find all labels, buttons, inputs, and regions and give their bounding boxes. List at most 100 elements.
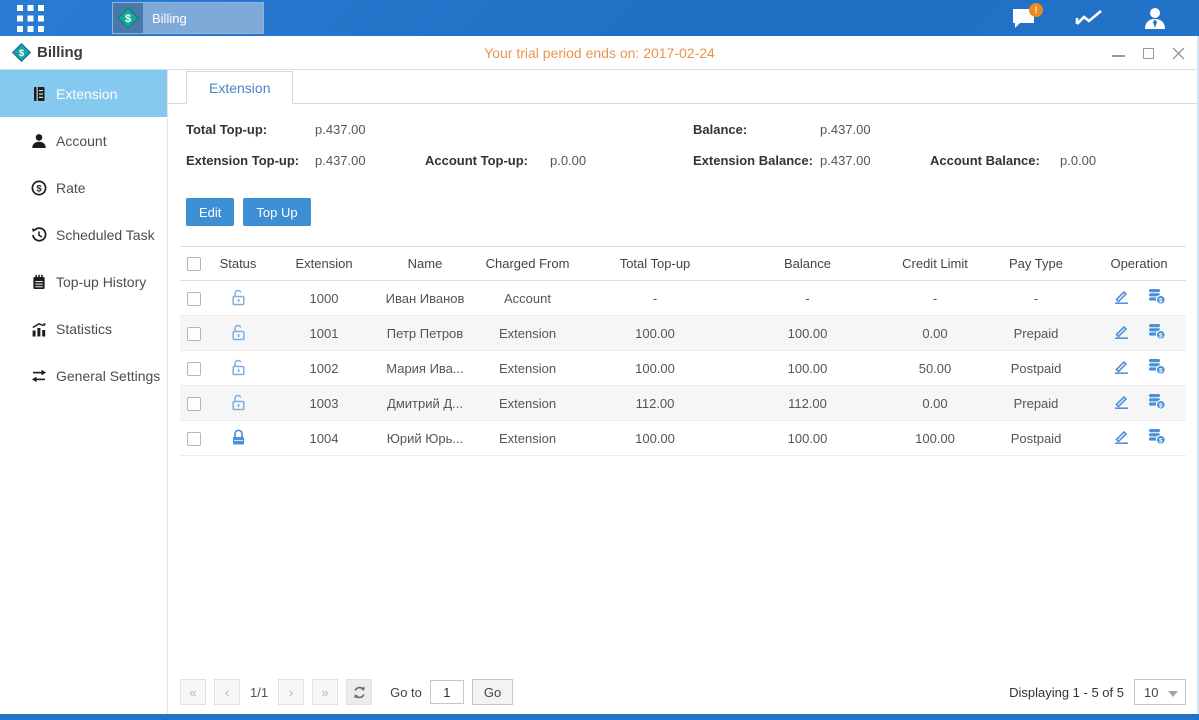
column-charged-from: Charged From — [470, 247, 585, 281]
row-checkbox[interactable] — [187, 397, 201, 411]
extension-topup-value: p.437.00 — [315, 153, 366, 168]
goto-label: Go to — [390, 685, 422, 700]
balance-summary: Total Top-up: p.437.00 Balance: p.437.00… — [186, 118, 1186, 184]
total-topup-value: p.437.00 — [315, 122, 366, 137]
window-titlebar: $ Billing Your trial period ends on: 201… — [0, 36, 1199, 70]
top-up-button[interactable]: Top Up — [243, 198, 310, 226]
cell-balance: 100.00 — [725, 351, 890, 386]
close-button[interactable] — [1171, 46, 1185, 60]
user-account-button[interactable] — [1141, 5, 1169, 31]
pencil-icon — [1113, 323, 1130, 340]
window-controls — [1111, 36, 1185, 70]
chevron-down-icon — [1168, 691, 1178, 697]
pencil-icon — [1113, 393, 1130, 410]
row-edit-button[interactable] — [1113, 428, 1130, 445]
coins-dollar-icon: $ — [1148, 393, 1166, 410]
transfer-arrows-icon — [30, 368, 48, 384]
prev-page-button[interactable]: ‹ — [214, 679, 240, 705]
notifications-chat-button[interactable]: ! — [1009, 5, 1037, 31]
refresh-button[interactable] — [346, 679, 372, 705]
trial-notice: Your trial period ends on: 2017-02-24 — [0, 45, 1199, 61]
table-row: 1000 Иван Иванов Account - - - - $ — [180, 281, 1186, 316]
svg-text:$: $ — [1158, 297, 1162, 304]
column-balance: Balance — [725, 247, 890, 281]
column-name: Name — [380, 247, 470, 281]
pagination-bar: « ‹ 1/1 › » Go to Go Displaying — [180, 678, 1186, 706]
statistics-monitor-button[interactable] — [1075, 5, 1103, 31]
edit-button[interactable]: Edit — [186, 198, 234, 226]
row-edit-button[interactable] — [1113, 288, 1130, 305]
sidebar-item-topup-history[interactable]: Top-up History — [0, 258, 167, 305]
sidebar-item-extension[interactable]: Extension — [0, 70, 167, 117]
cell-total-topup: - — [585, 281, 725, 316]
row-topup-button[interactable]: $ — [1148, 428, 1166, 445]
sidebar-item-label: Statistics — [56, 321, 112, 337]
taskbar-item-billing[interactable]: $ Billing — [112, 2, 264, 34]
apps-grid-button[interactable] — [0, 0, 60, 36]
displaying-text: Displaying 1 - 5 of 5 — [1009, 685, 1124, 700]
row-edit-button[interactable] — [1113, 393, 1130, 410]
line-chart-icon — [1075, 8, 1103, 28]
cell-credit-limit: - — [890, 281, 980, 316]
row-topup-button[interactable]: $ — [1148, 288, 1166, 305]
cell-total-topup: 100.00 — [585, 316, 725, 351]
cell-total-topup: 100.00 — [585, 421, 725, 456]
total-topup-label: Total Top-up: — [186, 122, 267, 137]
cell-balance: - — [725, 281, 890, 316]
account-topup-label: Account Top-up: — [425, 153, 528, 168]
cell-credit-limit: 0.00 — [890, 386, 980, 421]
action-buttons: Edit Top Up — [186, 198, 1199, 226]
lock-open-icon — [230, 323, 247, 341]
account-topup-value: p.0.00 — [550, 153, 586, 168]
next-page-icon: › — [289, 685, 293, 700]
page-size-select[interactable]: 10 — [1134, 679, 1186, 705]
row-topup-button[interactable]: $ — [1148, 323, 1166, 340]
svg-text:$: $ — [19, 48, 25, 59]
cell-pay-type: - — [980, 281, 1092, 316]
svg-text:$: $ — [1158, 332, 1162, 339]
tab-extension[interactable]: Extension — [186, 71, 293, 104]
row-checkbox[interactable] — [187, 327, 201, 341]
prev-page-icon: ‹ — [225, 685, 229, 700]
coins-dollar-icon: $ — [1148, 358, 1166, 375]
row-checkbox[interactable] — [187, 432, 201, 446]
sidebar-item-rate[interactable]: $ Rate — [0, 164, 167, 211]
cell-name: Мария Ива... — [380, 351, 470, 386]
row-checkbox[interactable] — [187, 362, 201, 376]
last-page-icon: » — [321, 685, 328, 700]
last-page-button[interactable]: » — [312, 679, 338, 705]
sidebar-item-general-settings[interactable]: General Settings — [0, 352, 167, 399]
dollar-circle-icon: $ — [30, 180, 48, 196]
cell-balance: 112.00 — [725, 386, 890, 421]
cell-balance: 100.00 — [725, 316, 890, 351]
go-button[interactable]: Go — [472, 679, 513, 705]
row-topup-button[interactable]: $ — [1148, 393, 1166, 410]
pencil-icon — [1113, 288, 1130, 305]
row-topup-button[interactable]: $ — [1148, 358, 1166, 375]
balance-label: Balance: — [693, 122, 747, 137]
billing-diamond-icon: $ — [12, 43, 31, 62]
row-checkbox[interactable] — [187, 292, 201, 306]
row-edit-button[interactable] — [1113, 323, 1130, 340]
account-balance-label: Account Balance: — [930, 153, 1040, 168]
window-title: Billing — [37, 44, 83, 61]
sidebar-item-label: Account — [56, 133, 107, 149]
first-page-button[interactable]: « — [180, 679, 206, 705]
table-row: 1001 Петр Петров Extension 100.00 100.00… — [180, 316, 1186, 351]
sidebar-item-statistics[interactable]: Statistics — [0, 305, 167, 352]
desktop-bottom-edge — [0, 714, 1199, 720]
minimize-button[interactable] — [1111, 46, 1125, 60]
sidebar-item-label: General Settings — [56, 368, 160, 384]
pencil-icon — [1113, 428, 1130, 445]
extension-topup-label: Extension Top-up: — [186, 153, 299, 168]
lock-open-icon — [230, 358, 247, 376]
cell-name: Юрий Юрь... — [380, 421, 470, 456]
maximize-button[interactable] — [1141, 46, 1155, 60]
sidebar-item-account[interactable]: Account — [0, 117, 167, 164]
cell-charged-from: Account — [470, 281, 585, 316]
goto-page-input[interactable] — [430, 680, 464, 704]
next-page-button[interactable]: › — [278, 679, 304, 705]
select-all-checkbox[interactable] — [187, 257, 201, 271]
sidebar-item-scheduled-task[interactable]: Scheduled Task — [0, 211, 167, 258]
row-edit-button[interactable] — [1113, 358, 1130, 375]
